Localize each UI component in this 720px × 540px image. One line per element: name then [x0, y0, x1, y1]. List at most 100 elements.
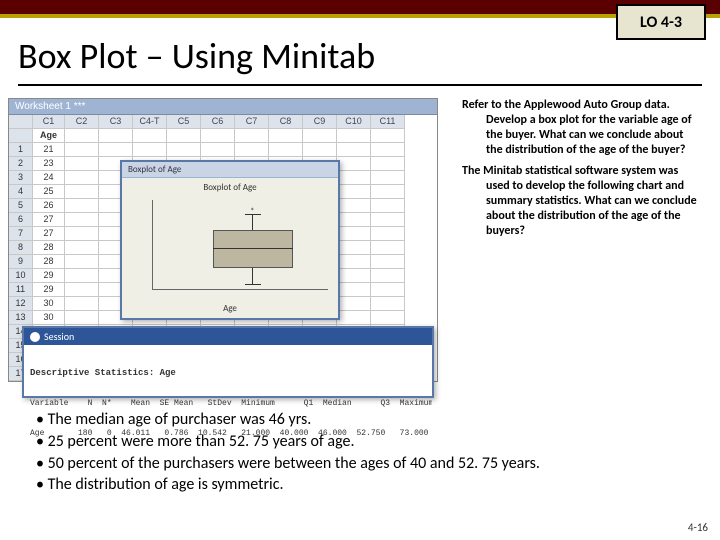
cell [235, 143, 269, 157]
boxplot-window: Boxplot of Age Boxplot of Age * Age [120, 160, 340, 320]
bullet-4: • The distribution of age is symmetric. [36, 475, 680, 496]
var-row-cell: Age [33, 129, 65, 143]
cell: 7 [9, 227, 33, 241]
var-row-cell [303, 129, 337, 143]
var-row-cell [133, 129, 167, 143]
var-row-cell [337, 129, 371, 143]
cell: 28 [33, 241, 65, 255]
cell [371, 311, 405, 325]
cell [65, 157, 99, 171]
cell: 23 [33, 157, 65, 171]
bullet-2: • 25 percent were more than 52. 75 years… [36, 432, 680, 453]
title-rule [18, 84, 702, 86]
var-row-cell [9, 129, 33, 143]
cell [65, 185, 99, 199]
var-row-cell [99, 129, 133, 143]
cell [337, 311, 371, 325]
cell [337, 213, 371, 227]
whisker-top [252, 214, 253, 230]
col-header: C10 [337, 115, 371, 129]
cell: 9 [9, 255, 33, 269]
cell [65, 311, 99, 325]
cell [337, 269, 371, 283]
top-rule [0, 0, 720, 18]
cell: 27 [33, 227, 65, 241]
cell: 11 [9, 283, 33, 297]
cell [371, 185, 405, 199]
cell [337, 297, 371, 311]
cell [65, 297, 99, 311]
session-window: Session Descriptive Statistics: Age Vari… [22, 326, 434, 398]
cell [337, 255, 371, 269]
cell [371, 227, 405, 241]
cell [371, 171, 405, 185]
cell: 10 [9, 269, 33, 283]
lo-badge: LO 4-3 [616, 4, 706, 40]
cell [65, 227, 99, 241]
col-header: C4-T [133, 115, 167, 129]
cell [337, 157, 371, 171]
whisker-bottom [252, 268, 253, 284]
cell: 21 [33, 143, 65, 157]
median-line [213, 248, 293, 249]
bullet-1: • The median age of purchaser was 46 yrs… [36, 410, 680, 431]
var-row-cell [235, 129, 269, 143]
col-header: C5 [167, 115, 201, 129]
cell [337, 227, 371, 241]
cell: 13 [9, 311, 33, 325]
cell: 29 [33, 283, 65, 297]
boxplot-axis: * [152, 200, 328, 290]
cell: 5 [9, 199, 33, 213]
paragraph-1: Refer to the Applewood Auto Group data. … [446, 98, 702, 158]
cell: 24 [33, 171, 65, 185]
cell [371, 297, 405, 311]
cell [371, 157, 405, 171]
var-row-cell [65, 129, 99, 143]
cell [65, 213, 99, 227]
boxplot-xlabel: Age [122, 303, 338, 314]
cell: 27 [33, 213, 65, 227]
cell: 28 [33, 255, 65, 269]
cell [337, 171, 371, 185]
cell [65, 241, 99, 255]
cell: 25 [33, 185, 65, 199]
cell [65, 269, 99, 283]
cell: 4 [9, 185, 33, 199]
slide-title: Box Plot – Using Minitab [18, 34, 702, 78]
cell [167, 143, 201, 157]
cell [65, 171, 99, 185]
cell [65, 143, 99, 157]
var-row-cell [167, 129, 201, 143]
cell [133, 143, 167, 157]
box [213, 230, 293, 268]
paragraph-2: The Minitab statistical software system … [446, 164, 702, 239]
whisker-cap-top [245, 214, 261, 215]
cell: 6 [9, 213, 33, 227]
cell [269, 143, 303, 157]
cell [65, 255, 99, 269]
col-header: C9 [303, 115, 337, 129]
var-row-cell [269, 129, 303, 143]
cell: 1 [9, 143, 33, 157]
cell [337, 241, 371, 255]
page-number: 4-16 [688, 521, 708, 534]
conclusions-list: • The median age of purchaser was 46 yrs… [36, 410, 680, 497]
cell: 8 [9, 241, 33, 255]
session-heading: Descriptive Statistics: Age [30, 368, 426, 379]
cell [371, 241, 405, 255]
session-icon [30, 332, 40, 342]
var-row-cell [201, 129, 235, 143]
col-header: C3 [99, 115, 133, 129]
cell [371, 199, 405, 213]
cell [303, 143, 337, 157]
cell [371, 269, 405, 283]
col-header: C7 [235, 115, 269, 129]
cell [337, 283, 371, 297]
cell: 2 [9, 157, 33, 171]
session-header-line: Variable N N* Mean SE Mean StDev Minimum… [30, 399, 426, 409]
col-header [9, 115, 33, 129]
var-row-cell [371, 129, 405, 143]
col-header: C11 [371, 115, 405, 129]
cell [337, 199, 371, 213]
cell [337, 143, 371, 157]
